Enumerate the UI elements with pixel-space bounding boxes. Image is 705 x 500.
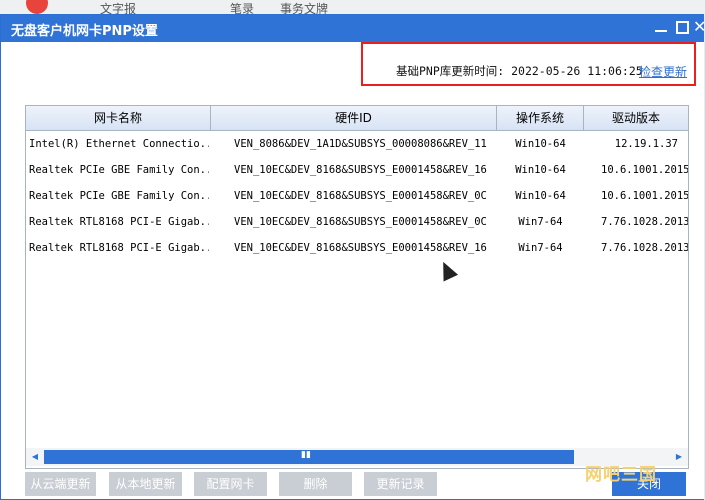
table-header: 网卡名称 硬件ID 操作系统 驱动版本	[26, 106, 688, 131]
pnp-settings-dialog: 无盘客户机网卡PNP设置 ✕ 基础PNP库更新时间: 2022-05-26 11…	[0, 14, 705, 500]
background-text-2: 笔录	[230, 2, 255, 14]
config-nic-button[interactable]: 配置网卡	[194, 472, 267, 496]
table-row[interactable]: Realtek PCIe GBE Family Con... VEN_10EC&…	[26, 157, 688, 183]
column-header-nic-name[interactable]: 网卡名称	[26, 106, 211, 130]
check-update-link[interactable]: 检查更新	[639, 63, 687, 80]
window-title: 无盘客户机网卡PNP设置	[11, 24, 158, 39]
cell-hardware-id: VEN_10EC&DEV_8168&SUBSYS_E0001458&REV_16	[234, 164, 487, 176]
cell-hardware-id: VEN_8086&DEV_1A1D&SUBSYS_00008086&REV_11	[234, 138, 487, 150]
background-app-icon	[26, 0, 48, 14]
local-update-button[interactable]: 从本地更新	[109, 472, 182, 496]
table-row[interactable]: Realtek PCIe GBE Family Con... VEN_10EC&…	[26, 183, 688, 209]
cell-driver-version: 12.19.1.37	[614, 138, 678, 150]
pnp-update-info-box: 基础PNP库更新时间: 2022-05-26 11:06:25 检查更新	[361, 42, 696, 86]
scroll-left-icon[interactable]: ◀	[28, 450, 42, 464]
cell-os: Win7-64	[518, 216, 563, 228]
scrollbar-grip-icon: ▮▮	[301, 450, 311, 460]
cell-os: Win10-64	[515, 164, 566, 176]
cell-nic-name: Realtek PCIe GBE Family Con...	[29, 164, 209, 176]
cell-os: Win7-64	[518, 242, 563, 254]
scroll-right-icon[interactable]: ▶	[672, 450, 686, 464]
cell-nic-name: Realtek RTL8168 PCI-E Gigab...	[29, 242, 209, 254]
cloud-update-button[interactable]: 从云端更新	[25, 472, 96, 496]
cell-hardware-id: VEN_10EC&DEV_8168&SUBSYS_E0001458&REV_0C	[234, 190, 487, 202]
table-row[interactable]: Realtek RTL8168 PCI-E Gigab... VEN_10EC&…	[26, 209, 688, 235]
table-row[interactable]: Realtek RTL8168 PCI-E Gigab... VEN_10EC&…	[26, 235, 688, 261]
background-text-3: 事务文牌	[280, 2, 329, 14]
cell-nic-name: Intel(R) Ethernet Connectio...	[29, 138, 209, 150]
cell-os: Win10-64	[515, 190, 566, 202]
close-icon[interactable]: ✕	[693, 19, 705, 35]
cell-hardware-id: VEN_10EC&DEV_8168&SUBSYS_E0001458&REV_16	[234, 242, 487, 254]
cell-driver-version: 7.76.1028.2013	[601, 216, 688, 228]
cell-hardware-id: VEN_10EC&DEV_8168&SUBSYS_E0001458&REV_0C	[234, 216, 487, 228]
maximize-icon[interactable]	[674, 19, 690, 35]
column-header-driver-version[interactable]: 驱动版本	[584, 106, 688, 130]
background-app-strip: 文字报 笔录 事务文牌	[0, 0, 705, 14]
table-row[interactable]: Intel(R) Ethernet Connectio... VEN_8086&…	[26, 131, 688, 157]
background-text-1: 文字报	[100, 2, 137, 14]
nic-table: 网卡名称 硬件ID 操作系统 驱动版本 Intel(R) Ethernet Co…	[25, 105, 689, 469]
column-header-hardware-id[interactable]: 硬件ID	[211, 106, 497, 130]
delete-button[interactable]: 删除	[279, 472, 352, 496]
column-header-os[interactable]: 操作系统	[497, 106, 584, 130]
cell-os: Win10-64	[515, 138, 566, 150]
cell-nic-name: Realtek PCIe GBE Family Con...	[29, 190, 209, 202]
pnp-update-time-label: 基础PNP库更新时间: 2022-05-26 11:06:25	[396, 64, 643, 78]
cell-driver-version: 10.6.1001.2015	[601, 164, 688, 176]
title-bar[interactable]: 无盘客户机网卡PNP设置 ✕	[1, 15, 705, 42]
update-log-button[interactable]: 更新记录	[364, 472, 437, 496]
cell-nic-name: Realtek RTL8168 PCI-E Gigab...	[29, 216, 209, 228]
watermark-logo: 网吧三国	[585, 465, 657, 485]
minimize-icon[interactable]	[653, 19, 669, 35]
cell-driver-version: 10.6.1001.2015	[601, 190, 688, 202]
cell-driver-version: 7.76.1028.2013	[601, 242, 688, 254]
